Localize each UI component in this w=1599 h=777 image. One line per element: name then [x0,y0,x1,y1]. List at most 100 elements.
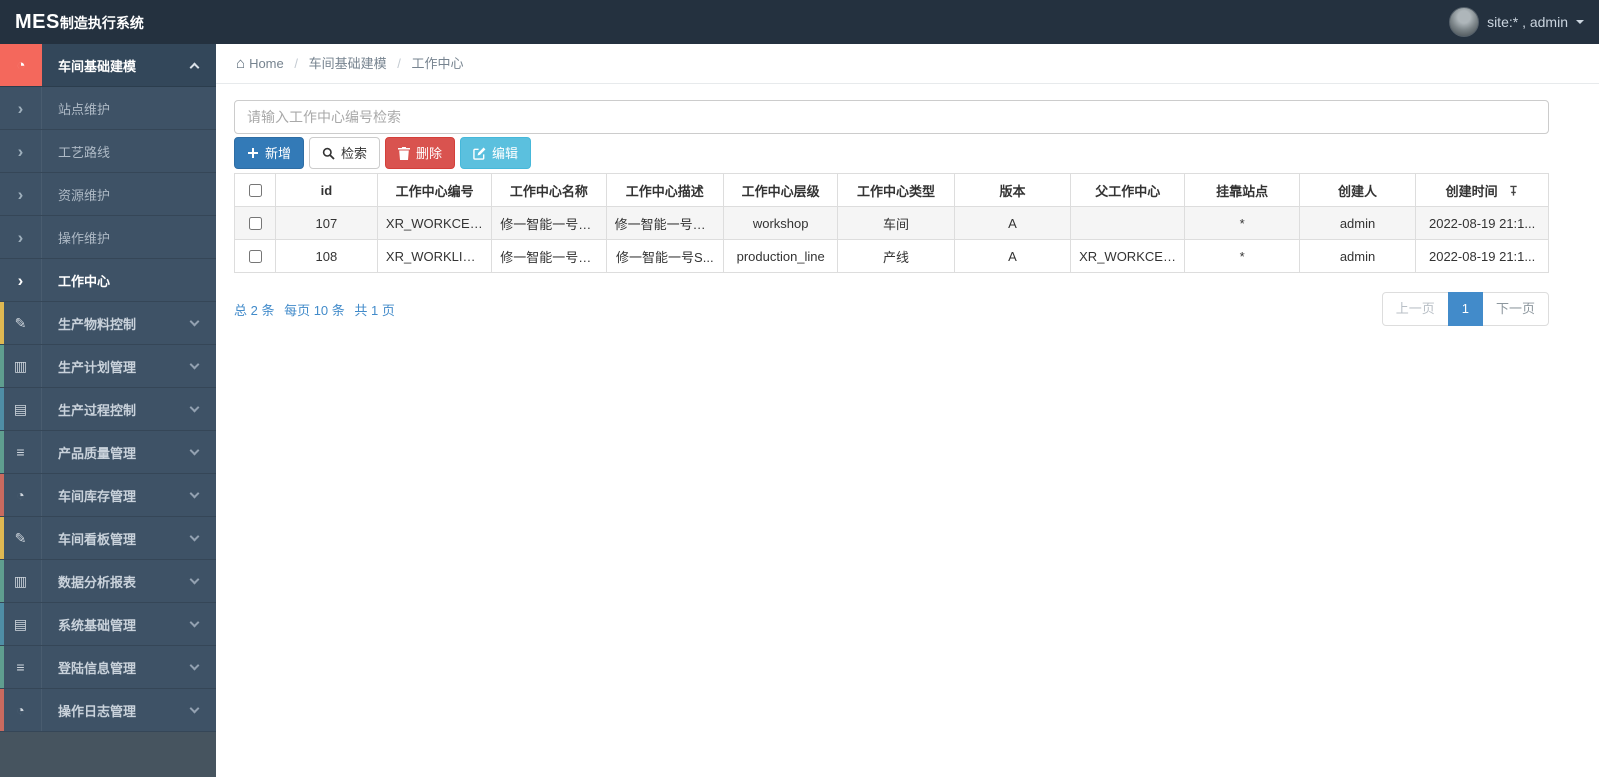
column-header-id[interactable]: id [274,173,378,207]
column-header-创建人[interactable]: 创建人 [1298,173,1417,207]
sidebar-item-label: 资源维护 [58,187,111,203]
select-all-checkbox[interactable] [248,183,262,197]
pencil-icon: ✎ [14,530,27,546]
column-header-工作中心描述[interactable]: 工作中心描述 [605,173,725,207]
table-cell: 修一智能一号车间 [491,206,607,240]
breadcrumb: ⌂ Home / 车间基础建模 / 工作中心 [216,44,1599,84]
sidebar-item-车间看板管理[interactable]: ✎ 车间看板管理 [0,517,216,560]
toolbar: 新增 检索 删除 编辑 [234,137,1549,169]
table-cell: 车间 [837,206,955,240]
chevron-down-icon [189,703,200,714]
color-strip [0,689,4,731]
search-input[interactable] [234,100,1549,134]
pagination-controls: 上一页 1 下一页 [1381,292,1549,327]
sidebar-item-工作中心[interactable]: › 工作中心 [0,259,216,302]
table-cell: XR_WORKCEN... [1070,239,1186,273]
delete-button[interactable]: 删除 [385,137,456,169]
page-size-dropdown[interactable]: 每页 10 条 [284,303,345,318]
caret-down-icon [1576,20,1584,24]
sidebar-item-label: 操作日志管理 [58,703,137,719]
sidebar-item-资源维护[interactable]: › 资源维护 [0,173,216,216]
column-header-版本[interactable]: 版本 [953,173,1072,207]
chevron-down-icon [189,445,200,456]
sidebar-item-车间基础建模[interactable]: ◔ 车间基础建模 [0,44,216,87]
search-button-label: 检索 [341,145,368,161]
breadcrumb-level1[interactable]: 车间基础建模 [309,56,387,71]
book-icon: ▤ [13,616,28,632]
breadcrumb-separator: / [397,56,401,71]
chevron-right-icon: › [17,184,24,204]
breadcrumb-home-label: Home [249,56,284,71]
table-cell: 修一智能一号S... [605,239,725,273]
table-cell: * [1184,239,1300,273]
table-body: 107 XR_WORKCEN... 修一智能一号车间 修一智能一号车间 workshop… [234,206,1549,273]
prev-page-button[interactable]: 上一页 [1381,292,1449,327]
table-cell: production_line [723,239,839,273]
app-logo: MES制造执行系统 [15,11,144,34]
search-button[interactable]: 检索 [309,137,381,169]
sidebar-item-label: 产品质量管理 [58,445,137,461]
chevron-down-icon [189,660,200,671]
sidebar-item-label: 数据分析报表 [58,574,137,590]
select-all-cell [234,173,276,207]
user-menu[interactable]: site:* , admin [1449,7,1584,37]
column-header-工作中心层级[interactable]: 工作中心层级 [723,173,839,207]
sidebar-item-操作维护[interactable]: › 操作维护 [0,216,216,259]
table-cell: * [1184,206,1300,240]
pencil-icon: ✎ [14,315,27,331]
sidebar-item-label: 操作维护 [58,230,111,246]
layout: ◔ 车间基础建模 › 站点维护 › 工艺路线 › 资源维护 › 操作维护 › 工… [0,44,1599,777]
color-strip [0,345,4,387]
edit-button[interactable]: 编辑 [460,137,532,169]
sidebar-item-工艺路线[interactable]: › 工艺路线 [0,130,216,173]
delete-button-label: 删除 [416,145,443,161]
color-strip [0,474,4,516]
sidebar-item-数据分析报表[interactable]: ▥ 数据分析报表 [0,560,216,603]
row-checkbox[interactable] [248,249,262,263]
page-count-label: 共 1 页 [354,302,395,318]
sidebar-item-操作日志管理[interactable]: ◔ 操作日志管理 [0,689,216,732]
sidebar-item-系统基础管理[interactable]: ▤ 系统基础管理 [0,603,216,646]
table-cell: workshop [723,206,839,240]
color-strip [0,431,4,473]
table-cell: 108 [274,239,378,273]
table-cell: XR_WORKCEN... [376,206,493,240]
sidebar-item-生产计划管理[interactable]: ▥ 生产计划管理 [0,345,216,388]
table-cell: 产线 [837,239,955,273]
column-header-创建时间[interactable]: 创建时间 [1415,173,1549,207]
column-header-工作中心名称[interactable]: 工作中心名称 [491,173,607,207]
search-icon [322,147,335,160]
sidebar-item-生产过程控制[interactable]: ▤ 生产过程控制 [0,388,216,431]
home-icon: ⌂ [236,55,246,72]
color-strip [0,388,4,430]
sidebar-item-站点维护[interactable]: › 站点维护 [0,87,216,130]
table-cell: 2022-08-19 21:1... [1415,239,1549,273]
sidebar-item-label: 车间看板管理 [58,531,137,547]
sidebar-item-登陆信息管理[interactable]: ≡ 登陆信息管理 [0,646,216,689]
table-row: 108 XR_WORKLINE... 修一智能一号S... 修一智能一号S... pro… [234,239,1549,273]
column-header-工作中心编号[interactable]: 工作中心编号 [376,173,493,207]
column-header-工作中心类型[interactable]: 工作中心类型 [837,173,955,207]
column-header-挂靠站点[interactable]: 挂靠站点 [1184,173,1300,207]
edit-icon [473,147,486,160]
pin-icon[interactable] [1508,185,1519,197]
add-button[interactable]: 新增 [234,137,305,169]
workcenter-table: id 工作中心编号 工作中心名称 工作中心描述 工作中心层级 工作中心类型 版本 父工作中心挂… [234,173,1549,273]
table-cell: A [953,239,1072,273]
breadcrumb-home[interactable]: ⌂ Home [236,55,284,72]
sidebar-item-产品质量管理[interactable]: ≡ 产品质量管理 [0,431,216,474]
sidebar-item-生产物料控制[interactable]: ✎ 生产物料控制 [0,302,216,345]
chevron-down-icon [189,402,200,413]
column-header-父工作中心[interactable]: 父工作中心 [1070,173,1186,207]
table-cell [1070,206,1186,240]
sidebar-item-车间库存管理[interactable]: ◔ 车间库存管理 [0,474,216,517]
sidebar-item-label: 生产计划管理 [58,359,137,375]
list-icon: ≡ [16,444,25,460]
topbar: MES制造执行系统 site:* , admin [0,0,1599,44]
page-1-button[interactable]: 1 [1447,292,1483,327]
chevron-down-icon [189,488,200,499]
color-strip [0,603,4,645]
next-page-button[interactable]: 下一页 [1481,292,1549,327]
row-checkbox[interactable] [248,216,262,230]
main-area: ⌂Home / 车间基础建模 / 工作中心 新增 检索 删除 [216,44,1599,777]
